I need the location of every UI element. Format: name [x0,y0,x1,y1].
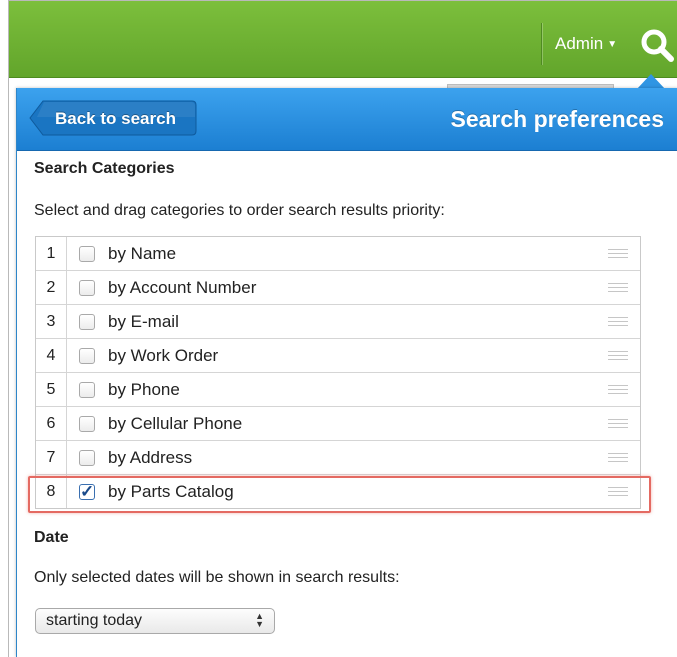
drag-handle-icon[interactable] [608,351,628,361]
select-arrows-icon: ▲ ▼ [255,611,264,629]
category-priority-number: 4 [36,339,67,372]
date-section-title: Date [34,529,69,546]
category-label: by Name [108,244,177,263]
category-checkbox[interactable] [79,246,95,262]
category-row[interactable]: 4 by Work Order [36,338,640,372]
category-checkbox[interactable]: ✓ [79,482,95,501]
category-priority-number: 5 [36,373,67,406]
search-categories-instructions: Select and drag categories to order sear… [34,202,445,219]
drag-handle-icon[interactable] [608,317,628,327]
drag-handle-icon[interactable] [608,419,628,429]
category-label: by Address [108,448,193,467]
drag-handle-icon[interactable] [608,249,628,259]
category-checkbox[interactable] [79,280,95,296]
admin-menu-label: Admin [555,34,604,53]
category-label: by Account Number [108,278,257,297]
category-checkbox[interactable] [79,416,95,432]
category-priority-number: 6 [36,407,67,440]
date-select[interactable]: starting today ▲ ▼ [35,608,275,634]
window-border-left [8,0,9,657]
category-priority-number: 7 [36,441,67,474]
search-preferences-panel: Back to search Search preferences Search… [16,88,677,657]
category-checkbox[interactable] [79,450,95,466]
drag-handle-icon[interactable] [608,385,628,395]
back-to-search-button[interactable]: Back to search [29,100,197,136]
checkmark-icon: ✓ [80,482,95,501]
category-row[interactable]: 5 by Phone [36,372,640,406]
top-navigation-bar: Admin ▼ [9,1,677,78]
category-checkbox[interactable] [79,382,95,398]
category-row[interactable]: 2 by Account Number [36,270,640,304]
panel-header: Back to search Search preferences [17,88,677,151]
navbar-divider [541,23,542,65]
category-list: 1 by Name 2 by Account Number 3 by E-mail 4 by … [35,236,641,509]
drag-handle-icon[interactable] [608,453,628,463]
category-row[interactable]: 1 by Name [36,237,640,270]
category-label: by Phone [108,380,180,399]
category-row[interactable]: 6 by Cellular Phone [36,406,640,440]
date-section-instructions: Only selected dates will be shown in sea… [34,569,400,586]
drag-handle-icon[interactable] [608,283,628,293]
drag-handle-icon[interactable] [608,487,628,497]
search-icon[interactable] [638,26,677,66]
category-label: by Cellular Phone [108,414,243,433]
category-checkbox[interactable] [79,314,95,330]
category-label: by E-mail [108,312,179,331]
category-row[interactable]: 3 by E-mail [36,304,640,338]
category-label: by Parts Catalog [108,482,234,501]
admin-user-menu[interactable]: Admin ▼ [555,34,617,54]
category-row[interactable]: 8 ✓ by Parts Catalog [36,474,640,508]
search-categories-title: Search Categories [34,160,175,177]
category-row[interactable]: 7 by Address [36,440,640,474]
category-checkbox[interactable] [79,348,95,364]
category-priority-number: 8 [36,475,67,508]
panel-title: Search preferences [450,106,664,132]
back-button-label: Back to search [55,109,176,128]
caret-down-icon: ▼ [607,39,618,50]
category-priority-number: 1 [36,237,67,270]
category-priority-number: 2 [36,271,67,304]
date-select-value: starting today [46,612,143,629]
category-priority-number: 3 [36,305,67,338]
category-label: by Work Order [108,346,219,365]
